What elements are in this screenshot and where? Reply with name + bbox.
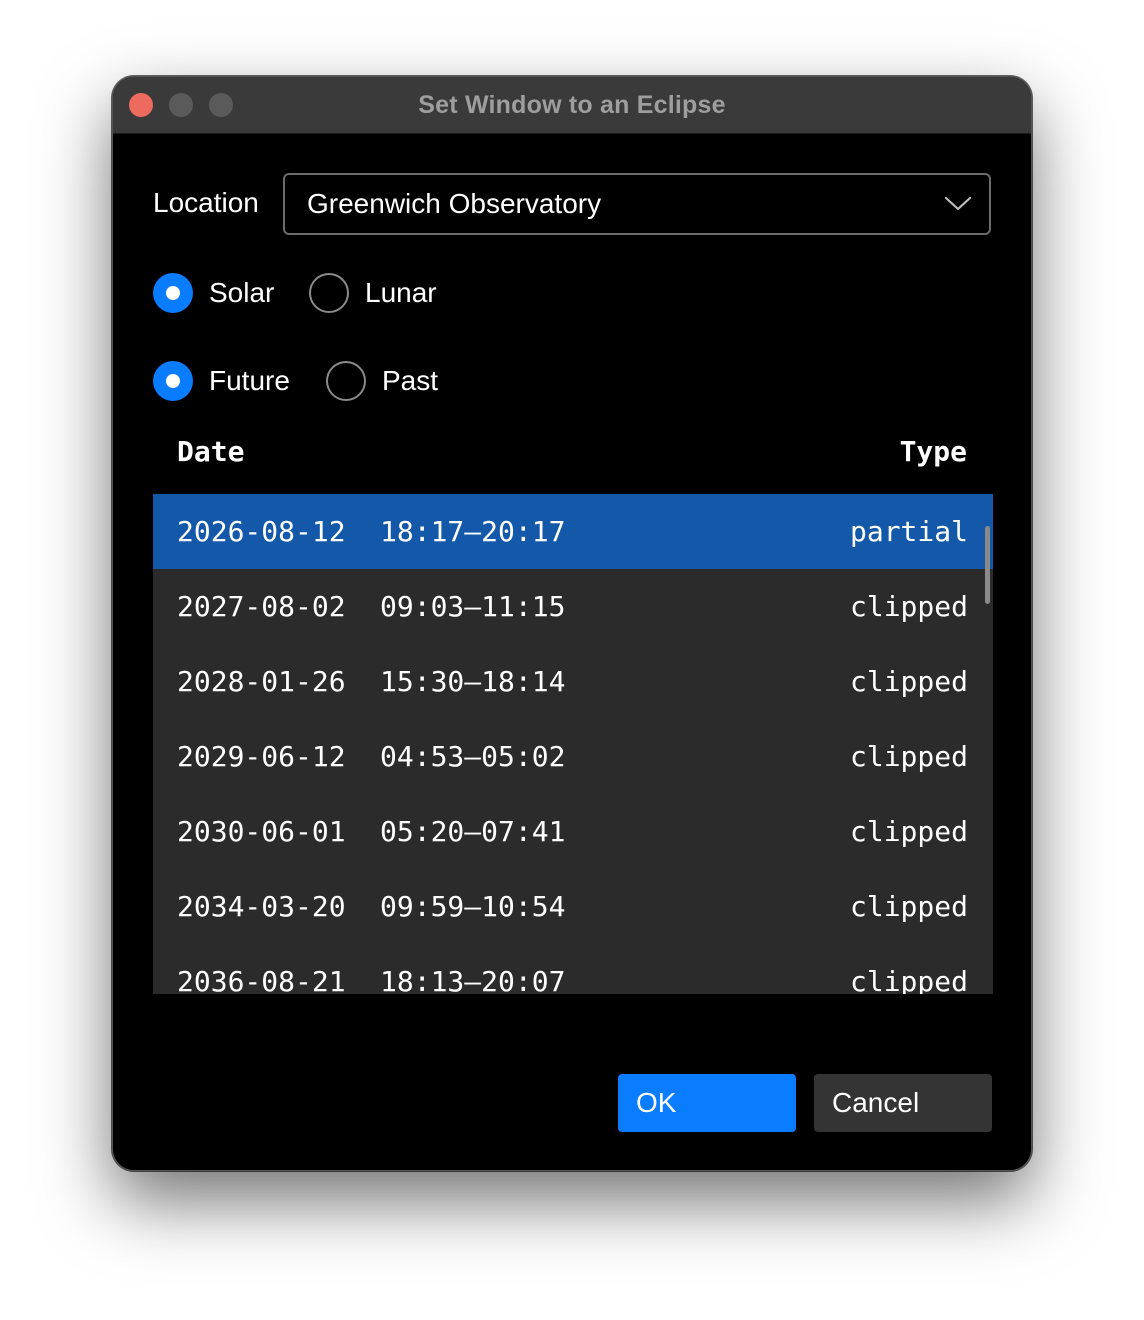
chevron-down-icon	[944, 196, 972, 211]
title-bar: Set Window to an Eclipse	[113, 77, 1031, 134]
location-dropdown[interactable]: Greenwich Observatory	[283, 173, 991, 235]
row-type: clipped	[849, 740, 968, 773]
row-time: 18:17–20:17	[380, 515, 566, 548]
row-type: clipped	[849, 965, 968, 994]
table-row[interactable]: 2029-06-12 04:53–05:02 clipped	[153, 719, 993, 794]
row-type: clipped	[849, 590, 968, 623]
row-time: 04:53–05:02	[380, 740, 566, 773]
table-row[interactable]: 2027-08-02 09:03–11:15 clipped	[153, 569, 993, 644]
table-row[interactable]: 2034-03-20 09:59–10:54 clipped	[153, 869, 993, 944]
eclipse-list[interactable]: 2026-08-12 18:17–20:17 partial 2027-08-0…	[153, 494, 993, 994]
row-date: 2034-03-20	[177, 890, 346, 923]
table-row[interactable]: 2036-08-21 18:13–20:07 clipped	[153, 944, 993, 994]
row-date: 2027-08-02	[177, 590, 346, 623]
row-date: 2036-08-21	[177, 965, 346, 994]
radio-solar-label[interactable]: Solar	[209, 273, 274, 313]
row-date: 2028-01-26	[177, 665, 346, 698]
row-time: 18:13–20:07	[380, 965, 566, 994]
cancel-button[interactable]: Cancel	[814, 1074, 992, 1132]
row-time: 09:59–10:54	[380, 890, 566, 923]
row-type: clipped	[849, 890, 968, 923]
radio-lunar[interactable]	[309, 273, 349, 313]
ok-button[interactable]: OK	[618, 1074, 796, 1132]
table-row[interactable]: 2026-08-12 18:17–20:17 partial	[153, 494, 993, 569]
radio-solar[interactable]	[153, 273, 193, 313]
row-time: 09:03–11:15	[380, 590, 566, 623]
radio-future-label[interactable]: Future	[209, 361, 290, 401]
column-header-date[interactable]: Date	[177, 435, 244, 468]
row-date: 2029-06-12	[177, 740, 346, 773]
row-time: 05:20–07:41	[380, 815, 566, 848]
location-value: Greenwich Observatory	[307, 188, 602, 219]
radio-lunar-label[interactable]: Lunar	[365, 273, 437, 313]
list-scrollbar[interactable]	[985, 526, 990, 604]
location-label: Location	[153, 187, 259, 218]
row-date: 2026-08-12	[177, 515, 346, 548]
radio-past[interactable]	[326, 361, 366, 401]
table-row[interactable]: 2030-06-01 05:20–07:41 clipped	[153, 794, 993, 869]
column-header-type[interactable]: Type	[900, 435, 967, 468]
row-date: 2030-06-01	[177, 815, 346, 848]
window-title: Set Window to an Eclipse	[418, 91, 726, 119]
row-type: clipped	[849, 815, 968, 848]
radio-future[interactable]	[153, 361, 193, 401]
table-row[interactable]: 2028-01-26 15:30–18:14 clipped	[153, 644, 993, 719]
row-type: partial	[849, 515, 968, 548]
row-time: 15:30–18:14	[380, 665, 566, 698]
eclipse-dialog: Set Window to an Eclipse Location Greenw…	[112, 76, 1032, 1171]
row-type: clipped	[849, 665, 968, 698]
radio-past-label[interactable]: Past	[382, 361, 438, 401]
